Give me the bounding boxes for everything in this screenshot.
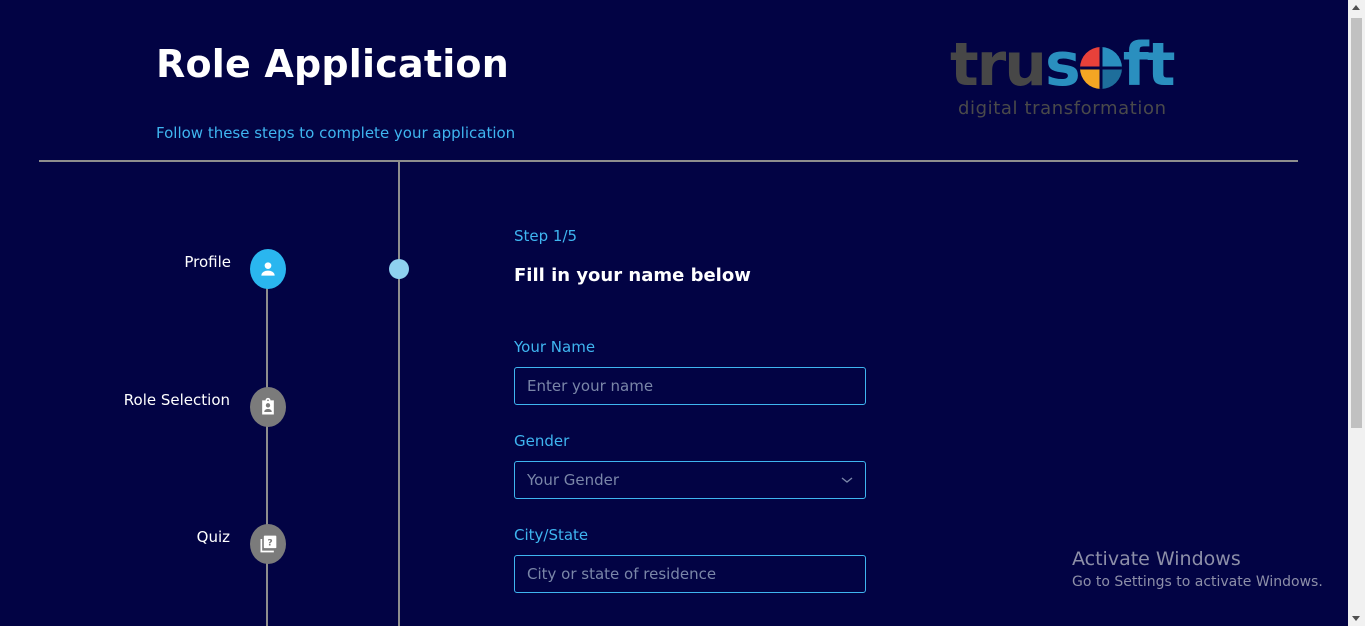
trusoft-logo: tru s ft digital transformation xyxy=(950,34,1190,124)
activate-windows-subtitle: Go to Settings to activate Windows. xyxy=(1072,574,1323,590)
name-label: Your Name xyxy=(514,338,596,356)
name-field xyxy=(514,367,866,405)
step-quiz[interactable]: ? xyxy=(250,524,286,564)
svg-text:?: ? xyxy=(267,538,272,549)
vertical-scrollbar[interactable] xyxy=(1348,0,1365,626)
gender-label: Gender xyxy=(514,432,570,450)
page-subtitle: Follow these steps to complete your appl… xyxy=(156,124,516,142)
clipboard-person-icon xyxy=(262,397,274,415)
logo-tagline: digital transformation xyxy=(958,98,1167,119)
person-icon xyxy=(261,262,275,276)
vertical-divider xyxy=(398,162,400,626)
logo-word-part3: ft xyxy=(1122,30,1176,100)
scroll-down-icon[interactable] xyxy=(1352,616,1360,621)
city-field xyxy=(514,555,866,593)
step-indicator: Step 1/5 xyxy=(514,227,578,245)
scroll-thumb[interactable] xyxy=(1351,18,1362,428)
city-label: City/State xyxy=(514,526,589,544)
form-heading: Fill in your name below xyxy=(514,265,751,286)
scroll-up-icon[interactable] xyxy=(1352,5,1360,10)
gender-select-value: Your Gender xyxy=(527,471,620,489)
activate-windows-title: Activate Windows xyxy=(1072,548,1241,570)
step-label-role-selection: Role Selection xyxy=(123,391,230,409)
header-divider xyxy=(39,160,1298,162)
step-label-quiz: Quiz xyxy=(196,528,230,546)
logo-word-part1: tru xyxy=(950,30,1047,100)
step-profile[interactable] xyxy=(250,249,286,289)
page-title: Role Application xyxy=(156,42,509,86)
step-label-profile: Profile xyxy=(184,253,231,271)
quiz-icon: ? xyxy=(260,535,277,553)
city-input[interactable] xyxy=(527,556,847,592)
name-input[interactable] xyxy=(527,368,847,404)
logo-wordmark: tru s ft xyxy=(950,30,1176,100)
progress-dot xyxy=(389,259,409,279)
logo-mark-icon xyxy=(1079,47,1122,89)
page: Role Application Follow these steps to c… xyxy=(0,0,1365,626)
chevron-down-icon xyxy=(841,477,853,483)
gender-select[interactable]: Your Gender xyxy=(514,461,866,499)
step-role-selection[interactable] xyxy=(250,387,286,427)
stepper-line xyxy=(266,280,268,626)
logo-word-part2: s xyxy=(1045,30,1081,100)
